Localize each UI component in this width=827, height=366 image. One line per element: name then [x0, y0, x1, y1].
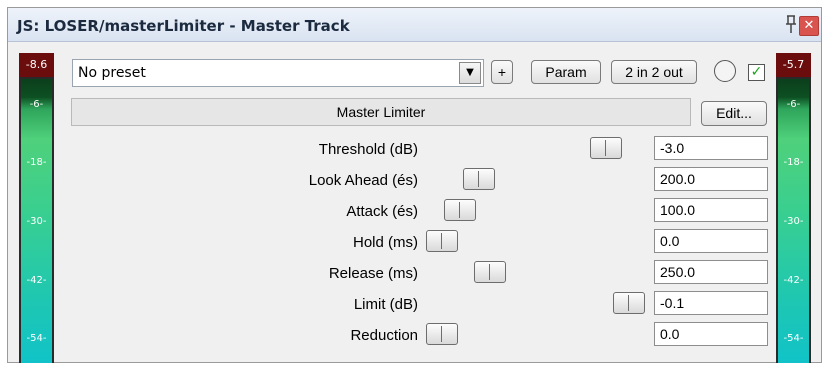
io-routing-button[interactable]: 2 in 2 out — [611, 60, 697, 84]
add-preset-button[interactable]: + — [491, 60, 513, 84]
param-button[interactable]: Param — [531, 60, 601, 84]
chevron-down-icon[interactable]: ▼ — [459, 62, 481, 84]
slider-reduction[interactable] — [426, 323, 458, 345]
value-limit[interactable]: -0.1 — [654, 291, 768, 315]
param-label-hold: Hold (ms) — [352, 234, 418, 251]
param-label-attack: Attack (és) — [346, 203, 418, 220]
meter-tick: -30- — [783, 216, 804, 227]
edit-button[interactable]: Edit... — [701, 101, 767, 126]
param-label-limit: Limit (dB) — [353, 296, 418, 313]
param-label-lookahead: Look Ahead (és) — [308, 172, 418, 189]
param-label-threshold: Threshold (dB) — [318, 141, 418, 158]
value-reduction[interactable]: 0.0 — [654, 322, 768, 346]
slider-attack[interactable] — [444, 199, 476, 221]
value-hold[interactable]: 0.0 — [654, 229, 768, 253]
meter-tick: -18- — [26, 157, 47, 168]
meter-tick: -42- — [783, 275, 804, 286]
value-threshold[interactable]: -3.0 — [654, 136, 768, 160]
meter-tick: -54- — [26, 333, 47, 344]
value-release[interactable]: 250.0 — [654, 260, 768, 284]
window-title: JS: LOSER/masterLimiter - Master Track — [17, 17, 350, 35]
plugin-window: JS: LOSER/masterLimiter - Master Track ✕… — [7, 7, 822, 363]
peak-readout-right: -5.7 — [776, 53, 811, 77]
slider-limit[interactable] — [613, 292, 645, 314]
title-bar[interactable]: JS: LOSER/masterLimiter - Master Track ✕ — [8, 8, 821, 42]
meter-bar-right: -6- -18- -30- -42- -54- — [778, 79, 809, 363]
slider-lookahead[interactable] — [463, 168, 495, 190]
preset-value: No preset — [78, 65, 146, 81]
plugin-name-header: Master Limiter — [71, 98, 691, 126]
meter-bar-left: -6- -18- -30- -42- -54- — [21, 79, 52, 363]
value-lookahead[interactable]: 200.0 — [654, 167, 768, 191]
meter-tick: -30- — [26, 216, 47, 227]
meter-tick: -18- — [783, 157, 804, 168]
pin-icon[interactable] — [784, 14, 798, 34]
wet-knob-icon[interactable] — [714, 60, 736, 82]
preset-dropdown[interactable]: No preset ▼ — [72, 59, 484, 87]
param-label-release: Release (ms) — [328, 265, 418, 282]
output-meter-right: -5.7 -6- -18- -30- -42- -54- — [776, 53, 811, 363]
slider-hold[interactable] — [426, 230, 458, 252]
slider-release[interactable] — [474, 261, 506, 283]
param-label-reduction: Reduction — [350, 327, 418, 344]
meter-tick: -6- — [786, 99, 801, 110]
meter-tick: -6- — [29, 99, 44, 110]
close-button[interactable]: ✕ — [799, 16, 819, 36]
input-meter-left: -8.6 -6- -18- -30- -42- -54- — [19, 53, 54, 363]
slider-threshold[interactable] — [590, 137, 622, 159]
value-attack[interactable]: 100.0 — [654, 198, 768, 222]
peak-readout-left: -8.6 — [19, 53, 54, 77]
meter-tick: -54- — [783, 333, 804, 344]
meter-tick: -42- — [26, 275, 47, 286]
bypass-checkbox[interactable]: ✓ — [748, 64, 765, 81]
